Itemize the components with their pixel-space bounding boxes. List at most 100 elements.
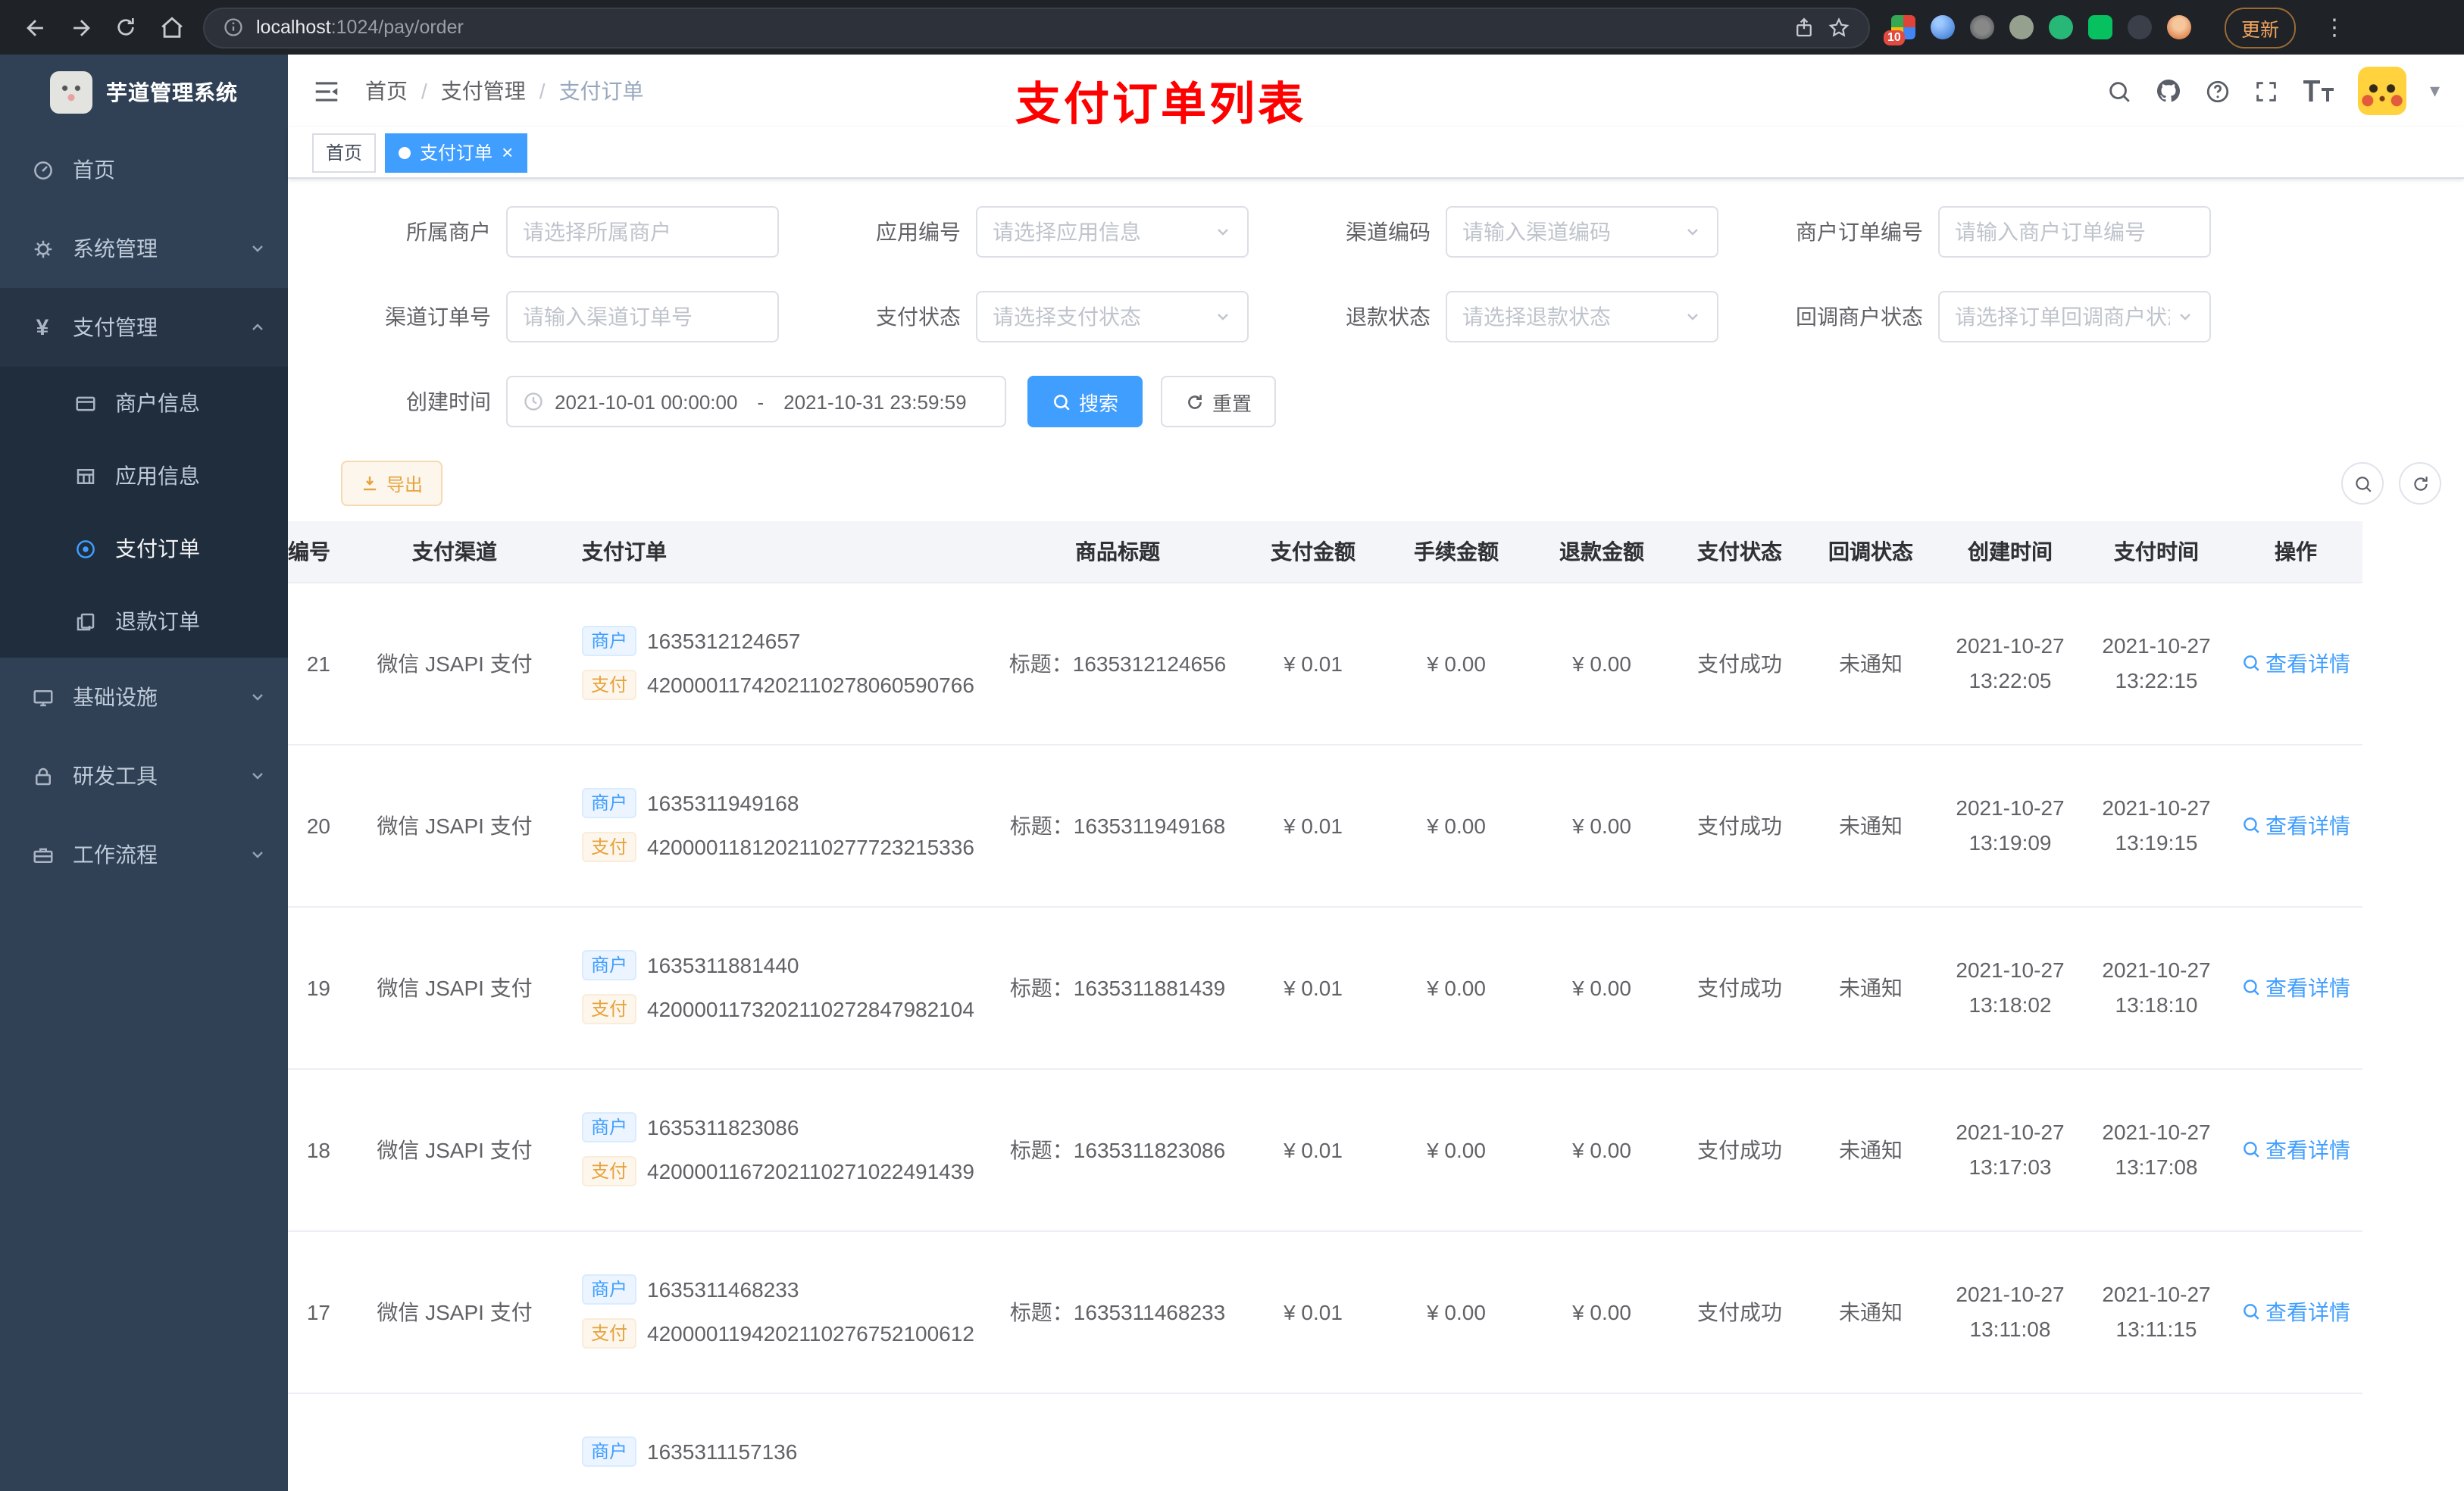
sidebar-item-app-info[interactable]: 应用信息	[0, 439, 288, 512]
extension-icon-3[interactable]	[1970, 15, 1994, 39]
extension-icon-2[interactable]	[1931, 15, 1955, 39]
cell-refund: ¥ 0.00	[1529, 744, 1674, 907]
browser-forward-button[interactable]	[58, 5, 103, 50]
app-logo: 芋道管理系统	[0, 55, 288, 130]
filter-merchant-order-no-field[interactable]	[1938, 206, 2211, 258]
cell-order-id: 21	[288, 582, 349, 745]
browser-home-button[interactable]	[149, 5, 194, 50]
browser-back-button[interactable]	[12, 5, 58, 50]
tab-close-icon[interactable]	[502, 141, 513, 164]
sidebar-toggle[interactable]	[312, 77, 341, 105]
sidebar-item-refund-order[interactable]: 退款订单	[0, 585, 288, 658]
cell-notify	[1805, 1393, 1937, 1491]
filter-refund-status-select[interactable]	[1446, 291, 1718, 342]
user-avatar[interactable]	[2358, 67, 2407, 115]
sidebar-item-payment[interactable]: ¥ 支付管理	[0, 288, 288, 367]
filter-pay-status-select[interactable]	[976, 291, 1249, 342]
extension-icon-6[interactable]	[2088, 15, 2112, 39]
extension-icon-1[interactable]: 10	[1884, 15, 1915, 45]
cell-fee: ¥ 0.00	[1384, 744, 1529, 907]
export-button[interactable]: 导出	[341, 461, 443, 506]
extension-icon-4[interactable]	[2009, 15, 2034, 39]
col-notify: 回调状态	[1805, 521, 1937, 583]
create-time-range-picker[interactable]: 2021-10-01 00:00:00 - 2021-10-31 23:59:5…	[506, 376, 1006, 427]
tab-home[interactable]: 首页	[312, 133, 377, 172]
filter-channel-order-no-input[interactable]	[523, 305, 762, 329]
yen-icon: ¥	[36, 314, 49, 340]
view-detail-link[interactable]: 查看详情	[2241, 810, 2350, 840]
view-detail-label: 查看详情	[2265, 813, 2350, 837]
filter-label-refund-status: 退款状态	[1346, 305, 1431, 329]
help-icon[interactable]	[2206, 78, 2231, 104]
filter-pay-status-input[interactable]	[993, 305, 1208, 329]
filter-channel-code-input[interactable]	[1462, 220, 1678, 244]
top-navbar: 首页 支付管理 支付订单 支付订单列表	[288, 55, 2464, 130]
breadcrumb-separator	[539, 79, 546, 103]
breadcrumb-pay-management[interactable]: 支付管理	[441, 76, 526, 106]
app-title: 芋道管理系统	[106, 80, 238, 105]
magnifier-icon	[2241, 815, 2261, 835]
filter-notify-status-select[interactable]	[1938, 291, 2211, 342]
fullscreen-icon[interactable]	[2254, 78, 2280, 104]
view-detail-link[interactable]: 查看详情	[2241, 972, 2350, 1002]
toolbar-refresh-button[interactable]	[2399, 462, 2441, 505]
sidebar-item-system[interactable]: 系统管理	[0, 209, 288, 288]
github-icon[interactable]	[2156, 77, 2183, 105]
tab-pay-order[interactable]: 支付订单	[385, 133, 527, 172]
filter-app-input[interactable]	[993, 220, 1208, 244]
extension-icon-7[interactable]	[2128, 15, 2152, 39]
breadcrumb-home[interactable]: 首页	[365, 76, 408, 106]
clock-icon	[523, 391, 544, 412]
cell-pay-order: 商户 1635312124657 支付 4200001174202110278060…	[561, 582, 993, 745]
filter-app-select[interactable]	[976, 206, 1249, 258]
view-detail-link[interactable]: 查看详情	[2241, 648, 2350, 678]
browser-update-button[interactable]: 更新	[2225, 7, 2297, 48]
sidebar-item-home[interactable]: 首页	[0, 130, 288, 209]
share-icon[interactable]	[1793, 16, 1815, 39]
browser-reload-button[interactable]	[103, 5, 149, 50]
chevron-down-icon	[249, 688, 267, 706]
col-created: 创建时间	[1937, 521, 2084, 583]
extension-icon-5[interactable]	[2049, 15, 2073, 39]
toolbar-search-toggle-button[interactable]	[2341, 462, 2384, 505]
filter-notify-status-input[interactable]	[1955, 305, 2170, 329]
breadcrumb: 首页 支付管理 支付订单	[365, 76, 644, 106]
col-fee: 手续金额	[1384, 521, 1529, 583]
filter-refund-status-input[interactable]	[1462, 305, 1678, 329]
address-bar[interactable]: localhost:1024/pay/order	[203, 7, 1870, 48]
sidebar-item-devtools[interactable]: 研发工具	[0, 736, 288, 815]
extension-icon-8[interactable]	[2167, 15, 2191, 39]
font-size-icon[interactable]	[2303, 79, 2336, 103]
cell-channel: 微信 JSAPI 支付	[349, 1230, 561, 1393]
sidebar-item-workflow[interactable]: 工作流程	[0, 815, 288, 894]
browser-menu-icon[interactable]	[2323, 13, 2346, 42]
pay-tag: 支付	[582, 670, 637, 700]
download-icon	[361, 474, 379, 492]
cell-amount: ¥ 0.01	[1243, 1068, 1384, 1231]
extension-badge: 10	[1884, 30, 1905, 45]
view-detail-link[interactable]: 查看详情	[2241, 1134, 2350, 1164]
user-caret-icon[interactable]	[2430, 77, 2440, 105]
filter-merchant-input[interactable]	[523, 220, 762, 244]
bookmark-star-icon[interactable]	[1828, 16, 1850, 39]
magnifier-icon	[1052, 392, 1071, 411]
filter-channel-code-select[interactable]	[1446, 206, 1718, 258]
sidebar-item-infrastructure[interactable]: 基础设施	[0, 658, 288, 736]
menu-label: 支付订单	[115, 536, 200, 561]
filter-merchant-order-no-input[interactable]	[1955, 220, 2194, 244]
sidebar-item-pay-order[interactable]: 支付订单	[0, 512, 288, 585]
gear-icon	[30, 237, 55, 260]
sidebar-item-merchant-info[interactable]: 商户信息	[0, 367, 288, 439]
breadcrumb-current: 支付订单	[558, 79, 644, 103]
site-info-icon[interactable]	[223, 17, 244, 38]
search-button[interactable]: 搜索	[1027, 376, 1143, 427]
reset-button[interactable]: 重置	[1161, 376, 1277, 427]
search-icon[interactable]	[2107, 78, 2133, 104]
cell-title	[993, 1393, 1243, 1491]
filter-channel-order-no-field[interactable]	[506, 291, 779, 342]
filter-merchant-select[interactable]	[506, 206, 779, 258]
table-row: 17 微信 JSAPI 支付 商户 1635311468233 支付 4200001…	[288, 1230, 2362, 1393]
view-detail-link[interactable]: 查看详情	[2241, 1296, 2350, 1327]
cell-channel	[349, 1393, 561, 1491]
url-host: localhost	[256, 17, 331, 38]
